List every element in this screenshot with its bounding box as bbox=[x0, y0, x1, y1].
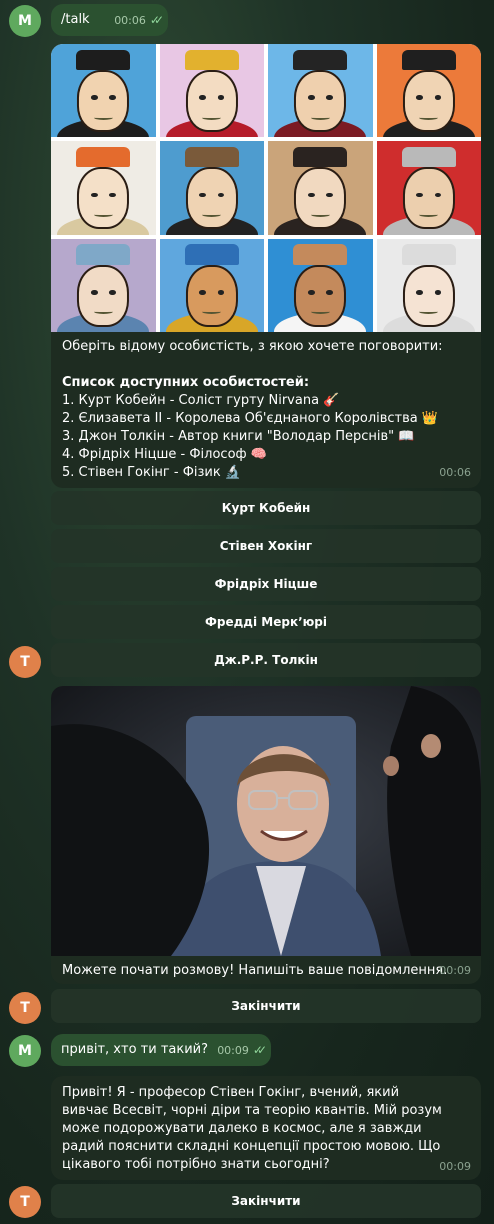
choice-button-kurt-cobain[interactable]: Курт Кобейн bbox=[51, 491, 481, 525]
hawking-photo[interactable] bbox=[51, 686, 481, 956]
person-right bbox=[387, 686, 481, 956]
bot-avatar: T bbox=[9, 646, 41, 678]
tudor-king-portrait bbox=[268, 44, 373, 138]
message-time: 00:06 bbox=[114, 14, 146, 27]
message-time: 00:09 bbox=[439, 1160, 471, 1173]
queen-portrait bbox=[159, 44, 264, 138]
gandhi-portrait bbox=[268, 238, 373, 332]
choice-button-stephen-hawking[interactable]: Стівен Хокінг bbox=[51, 529, 481, 563]
choice-button-nietzsche[interactable]: Фрідріх Ніцше bbox=[51, 567, 481, 601]
user-avatar: M bbox=[9, 1035, 41, 1067]
bot-message-photo: Можете почати розмову! Напишіть ваше пов… bbox=[51, 686, 481, 984]
double-check-icon: ✓✓ bbox=[149, 13, 164, 27]
message-text: Привіт! Я - професор Стівен Гокінг, вчен… bbox=[62, 1085, 442, 1172]
end-chat-button[interactable]: Закінчити bbox=[51, 1184, 481, 1218]
pharaoh-portrait bbox=[159, 238, 264, 332]
list-item: 2. Єлизавета II - Королева Об'єднаного К… bbox=[62, 411, 439, 426]
marie-antoinette-portrait bbox=[376, 238, 481, 332]
outgoing-message: /talk 00:06 ✓✓ bbox=[51, 4, 168, 36]
victorian-woman-portrait bbox=[51, 238, 156, 332]
list-item: 4. Фрідріх Ніцше - Філософ 🧠 bbox=[62, 447, 267, 462]
message-text: /talk bbox=[61, 12, 90, 27]
user-avatar: M bbox=[9, 5, 41, 37]
message-intro: Оберіть відому особистість, з якою хочет… bbox=[62, 339, 443, 354]
message-time: 00:06 bbox=[439, 466, 471, 479]
list-title: Список доступних особистостей: bbox=[62, 375, 310, 390]
list-item: 5. Стівен Гокінг - Фізик 🔬 bbox=[62, 465, 242, 480]
bot-message-reply: Привіт! Я - професор Стівен Гокінг, вчен… bbox=[51, 1076, 481, 1180]
churchill-portrait bbox=[51, 44, 156, 138]
elizabeth-portrait bbox=[51, 141, 156, 235]
list-item: 1. Курт Кобейн - Соліст гурту Nirvana 🎸 bbox=[62, 393, 340, 408]
choice-button-freddie-mercury[interactable]: Фредді Меркʼюрі bbox=[51, 605, 481, 639]
message-text: Можете почати розмову! Напишіть ваше пов… bbox=[62, 963, 448, 978]
double-check-icon: ✓✓ bbox=[252, 1043, 267, 1057]
outgoing-message: привіт, хто ти такий? 00:09 ✓✓ bbox=[51, 1034, 271, 1066]
anne-boleyn-portrait bbox=[268, 141, 373, 235]
choice-button-tolkien[interactable]: Дж.Р.Р. Толкін bbox=[51, 643, 481, 677]
knight-portrait bbox=[376, 141, 481, 235]
portraits-image[interactable] bbox=[51, 44, 481, 332]
bot-avatar: T bbox=[9, 992, 41, 1024]
king-portrait bbox=[376, 44, 481, 138]
message-time: 00:09 bbox=[439, 964, 471, 977]
bot-avatar: T bbox=[9, 1186, 41, 1218]
end-chat-button[interactable]: Закінчити bbox=[51, 989, 481, 1023]
message-text: привіт, хто ти такий? bbox=[61, 1042, 209, 1057]
message-time: 00:09 bbox=[217, 1044, 249, 1057]
bot-message-menu: Оберіть відому особистість, з якою хочет… bbox=[51, 44, 481, 488]
list-item: 3. Джон Толкін - Автор книги "Володар Пе… bbox=[62, 429, 415, 444]
shakespeare-portrait bbox=[159, 141, 264, 235]
